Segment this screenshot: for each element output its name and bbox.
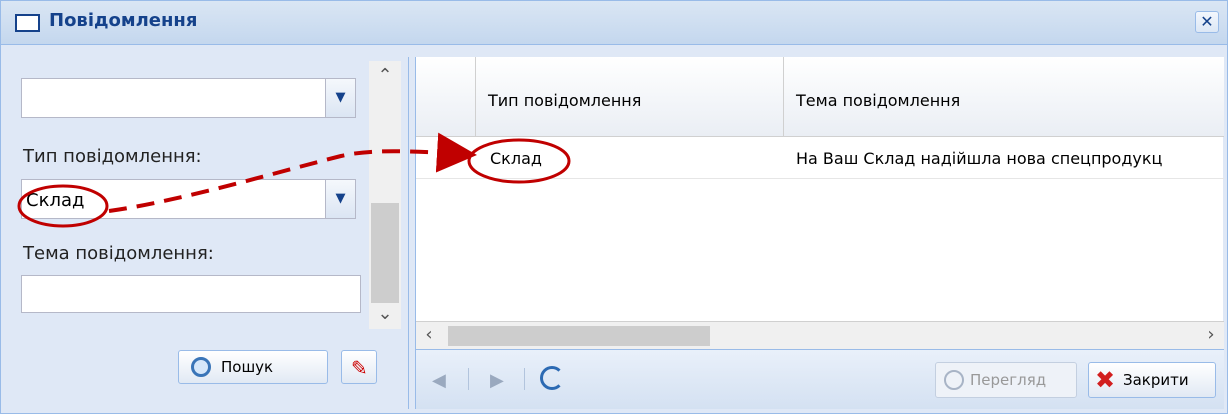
scrollbar-thumb[interactable] [448,326,710,346]
chevron-down-icon[interactable]: ▼ [325,79,355,117]
next-page-icon[interactable]: ▶ [490,370,504,391]
column-header-topic[interactable]: Тема повідомлення [784,57,1224,137]
scroll-right-icon[interactable]: › [1198,322,1224,350]
toolbar-separator [524,368,525,390]
filter-scroll-area: ▼ Тип повідомлення: Склад ▼ Тема повідом… [7,57,401,332]
window-title: Повідомлення [49,10,198,31]
magnifier-icon [191,357,211,377]
window-titlebar: Повідомлення ✕ [1,1,1227,45]
window-close-button[interactable]: ✕ [1195,11,1219,33]
search-button-label: Пошук [221,358,274,376]
column-header-blank[interactable] [416,57,476,137]
grid-header: Тип повідомлення Тема повідомлення [416,57,1224,137]
cell-type: Склад [490,149,542,168]
magnifier-icon [944,370,964,390]
view-button: Перегляд [935,362,1077,398]
grid-horizontal-scrollbar[interactable]: ‹ › [416,321,1224,349]
scroll-down-icon[interactable]: ⌄ [369,299,401,329]
view-button-label: Перегляд [970,371,1047,389]
toolbar-separator [468,368,469,390]
envelope-icon [15,14,40,32]
scrollbar-thumb[interactable] [371,203,399,303]
eraser-icon: ✎ [351,356,368,380]
scroll-up-icon[interactable]: ⌃ [369,61,401,91]
refresh-icon[interactable] [540,366,564,390]
messages-grid: Тип повідомлення Тема повідомлення Склад… [415,57,1224,409]
table-row[interactable]: Склад На Ваш Склад надійшла нова спецпро… [416,137,1224,179]
filter-panel: ▼ Тип повідомлення: Склад ▼ Тема повідом… [7,57,409,409]
type-combo-value: Склад [26,190,85,211]
close-button[interactable]: ✖ Закрити [1088,362,1216,398]
filter-vertical-scrollbar[interactable]: ⌃ ⌄ [369,61,401,329]
previous-page-icon[interactable]: ◀ [432,370,446,391]
type-combo[interactable]: Склад ▼ [21,179,356,219]
clear-filter-button[interactable]: ✎ [341,350,377,384]
topic-input[interactable] [21,275,361,313]
close-button-label: Закрити [1123,371,1189,389]
topic-label: Тема повідомлення: [23,243,214,264]
first-filter-combo[interactable]: ▼ [21,78,356,118]
cell-topic: На Ваш Склад надійшла нова спецпродукц [796,149,1163,168]
grid-toolbar: ◀ ▶ Перегляд ✖ Закрити [416,349,1224,409]
scroll-left-icon[interactable]: ‹ [416,322,442,350]
search-button[interactable]: Пошук [178,350,328,384]
type-label: Тип повідомлення: [23,146,202,167]
column-header-type[interactable]: Тип повідомлення [476,57,784,137]
messages-window: Повідомлення ✕ ▼ Тип повідомлення: Склад… [0,0,1228,414]
red-x-icon: ✖ [1095,366,1116,394]
chevron-down-icon[interactable]: ▼ [325,180,355,218]
